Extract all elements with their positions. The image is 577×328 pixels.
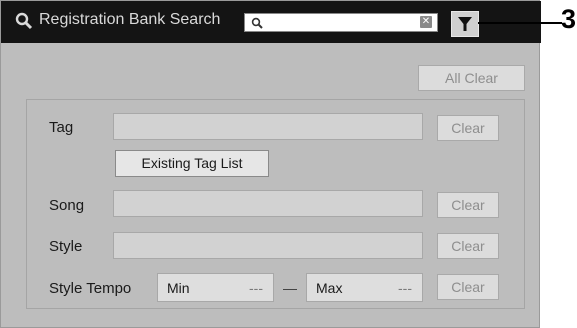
song-field[interactable] — [113, 190, 423, 217]
tempo-min-field[interactable]: Min --- — [157, 273, 274, 302]
page-title: Registration Bank Search — [39, 11, 221, 28]
callout-number: 3 — [561, 4, 577, 34]
style-tempo-label: Style Tempo — [49, 280, 132, 297]
song-clear-button[interactable]: Clear — [437, 192, 499, 218]
style-clear-button[interactable]: Clear — [437, 233, 499, 259]
tempo-clear-button[interactable]: Clear — [437, 274, 499, 300]
song-label: Song — [49, 197, 85, 214]
tempo-min-value: --- — [249, 280, 263, 296]
style-label: Style — [49, 238, 83, 255]
tag-label: Tag — [49, 119, 74, 136]
tempo-max-label: Max — [316, 280, 343, 296]
tempo-max-field[interactable]: Max --- — [306, 273, 423, 302]
search-input[interactable] — [267, 15, 415, 30]
all-clear-button[interactable]: All Clear — [418, 65, 525, 91]
tag-clear-button[interactable]: Clear — [437, 115, 499, 141]
tag-field[interactable] — [113, 113, 423, 140]
style-field[interactable] — [113, 232, 423, 259]
tempo-range-separator: — — [283, 280, 297, 296]
clear-x-icon[interactable]: ✕ — [420, 16, 432, 28]
existing-tag-list-button[interactable]: Existing Tag List — [115, 150, 269, 177]
tempo-min-label: Min — [167, 280, 190, 296]
tempo-max-value: --- — [398, 280, 412, 296]
search-icon — [251, 16, 263, 29]
callout-line — [478, 22, 562, 24]
search-screen: Registration Bank Search ✕ All Clear Tag… — [0, 0, 541, 328]
title-bar: Registration Bank Search ✕ — [1, 1, 541, 43]
filter-funnel-icon — [458, 17, 472, 31]
search-box[interactable]: ✕ — [244, 13, 438, 32]
search-icon — [15, 12, 33, 30]
filter-button[interactable] — [451, 11, 479, 37]
search-criteria-panel: Tag Clear Existing Tag List Song Clear S… — [26, 99, 525, 309]
